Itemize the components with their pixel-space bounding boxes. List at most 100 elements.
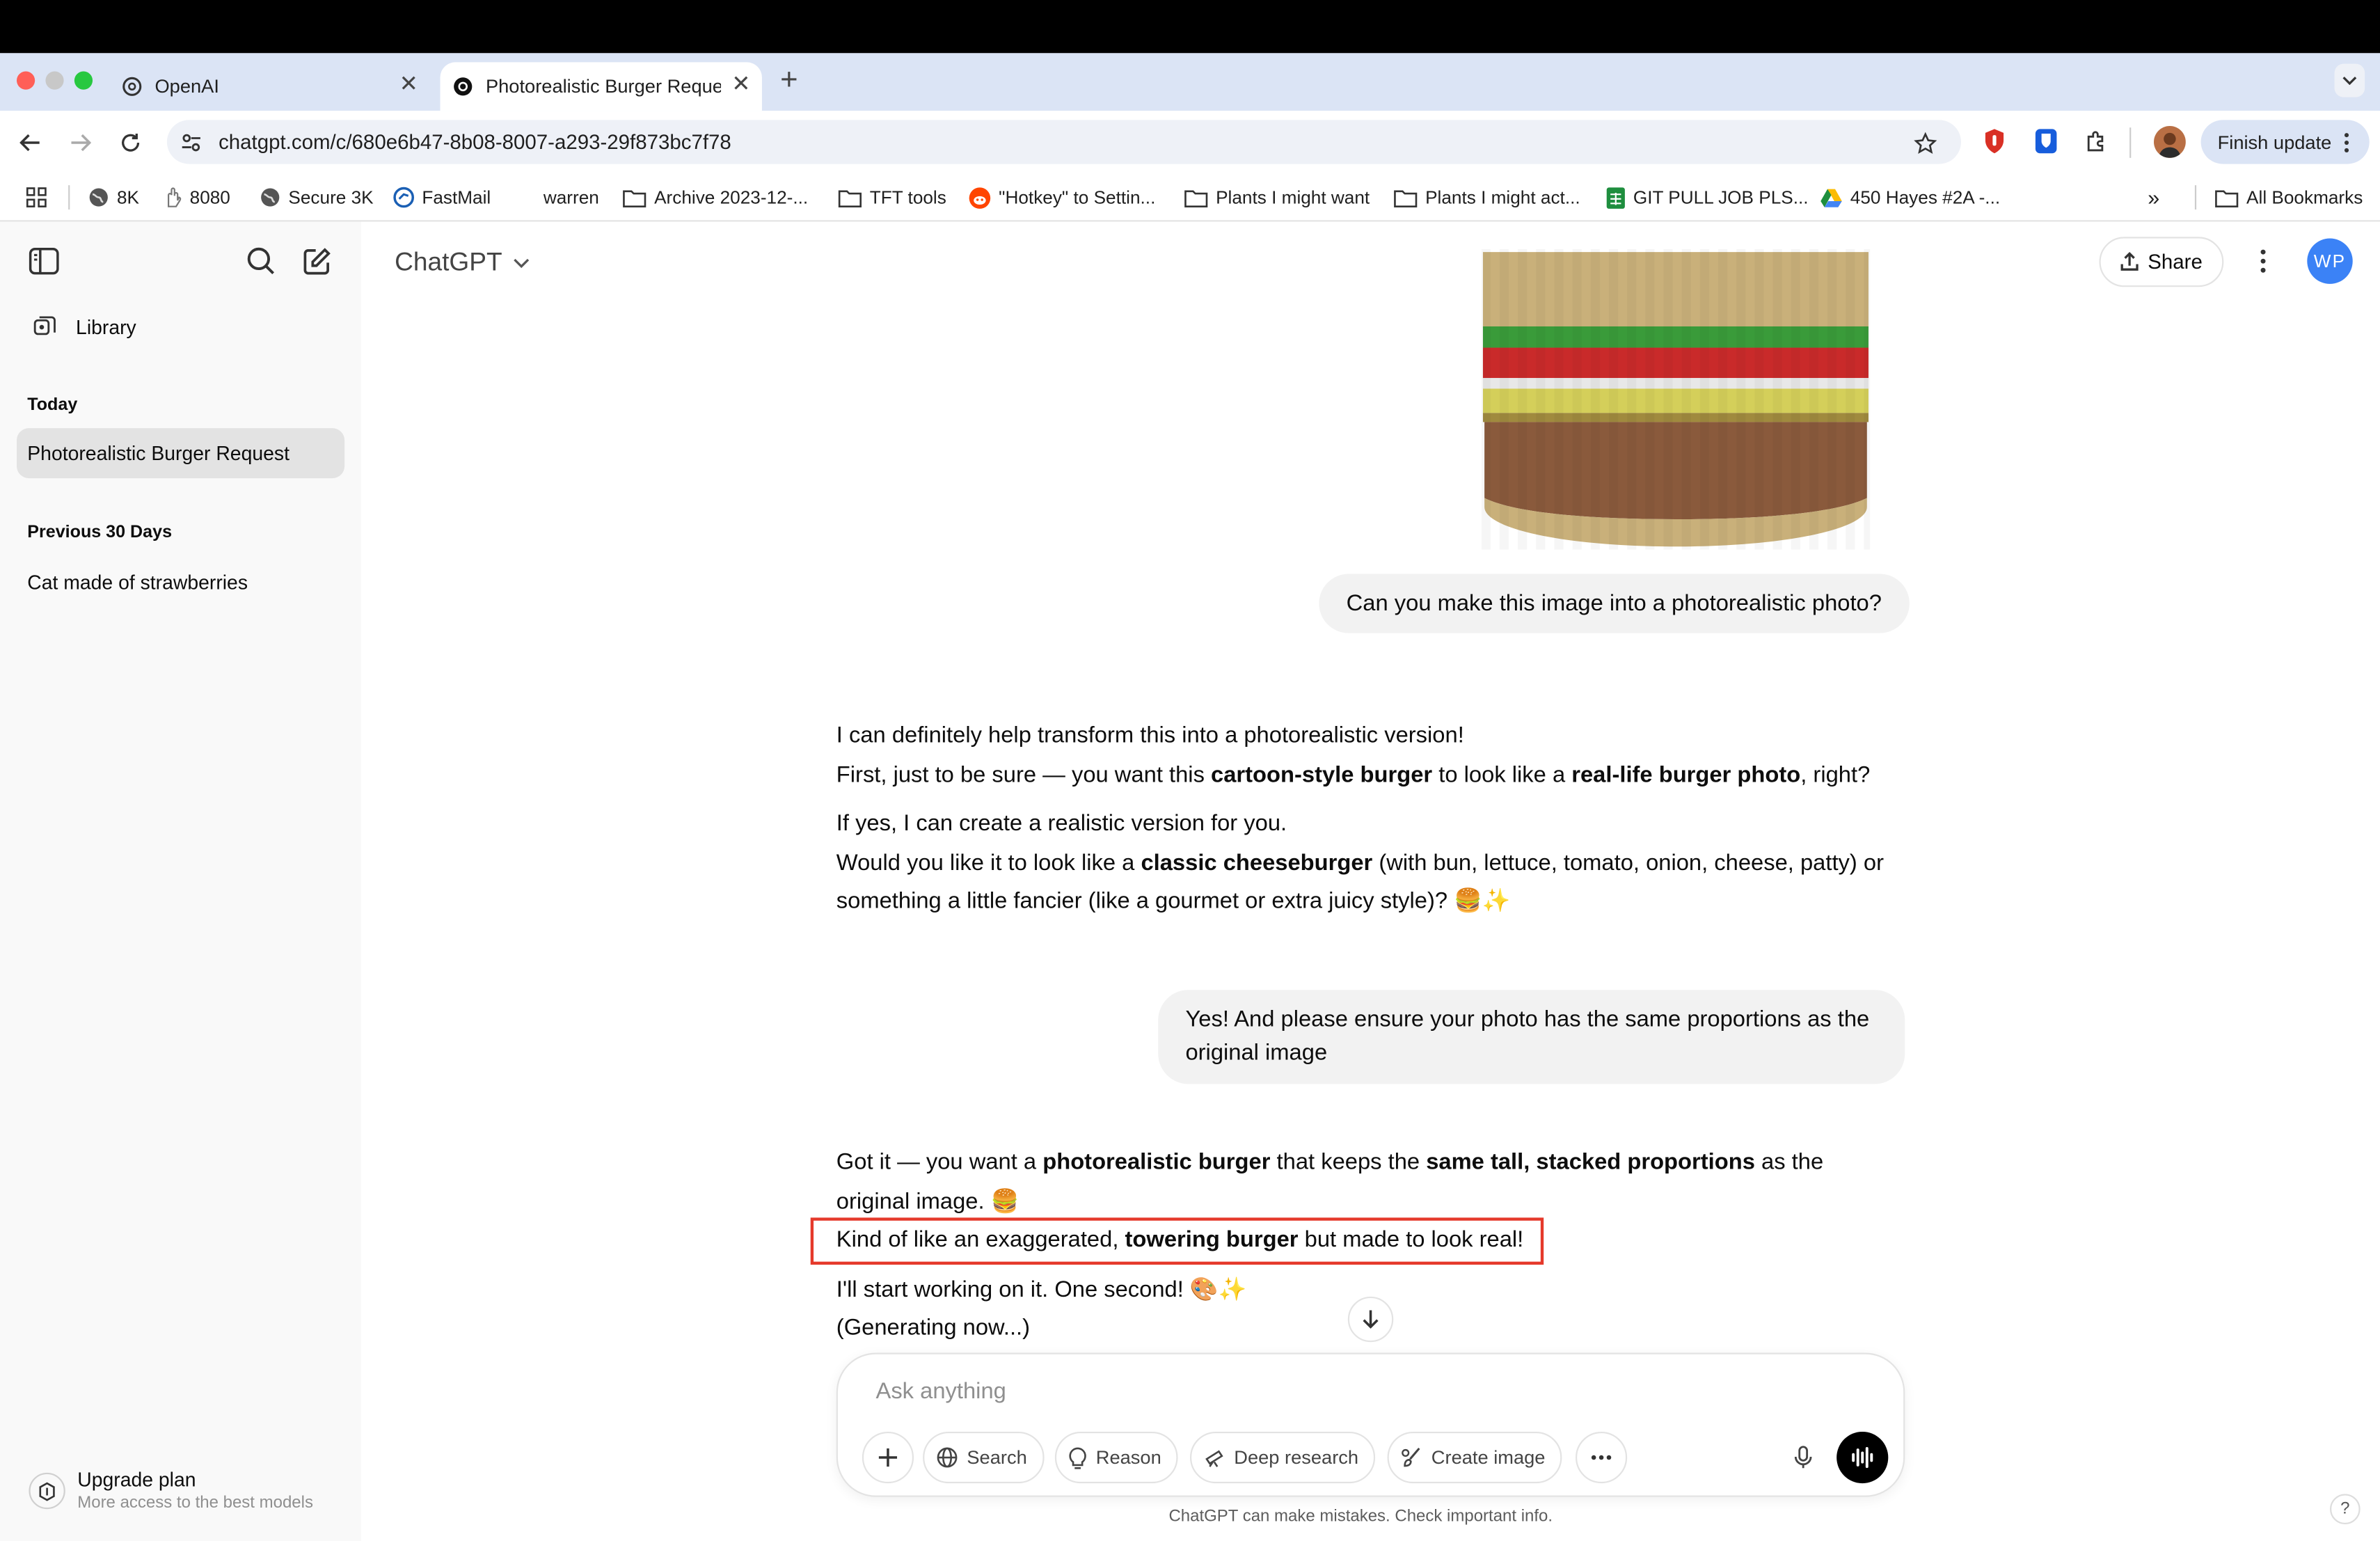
finish-update-button[interactable]: Finish update	[2200, 120, 2370, 164]
text-run: Would you like it to look like a	[836, 849, 1141, 876]
model-selector[interactable]: ChatGPT	[395, 246, 530, 279]
help-button[interactable]: ?	[2330, 1494, 2361, 1525]
create-image-tool-label: Create image	[1431, 1446, 1546, 1469]
search-tool-button[interactable]: Search	[923, 1431, 1044, 1484]
maximize-window-button[interactable]	[74, 71, 93, 90]
bookmark-8k[interactable]: 8K	[88, 184, 139, 211]
chat-item[interactable]: Cat made of strawberries	[17, 559, 344, 604]
bookmark-label: 8K	[116, 187, 139, 208]
all-bookmarks-button[interactable]: All Bookmarks	[2214, 184, 2363, 211]
finish-update-label: Finish update	[2217, 131, 2332, 153]
reload-icon[interactable]	[116, 127, 146, 158]
site-settings-icon[interactable]	[177, 129, 205, 156]
bookmark-fastmail[interactable]: FastMail	[393, 184, 491, 211]
bookmark-8080[interactable]: 8080	[164, 184, 230, 211]
more-bookmarks-button[interactable]: »	[2148, 184, 2159, 211]
bookmark-warren[interactable]: warren	[544, 184, 599, 211]
back-arrow-icon[interactable]	[15, 127, 46, 158]
bookmark-folder-plants-want[interactable]: Plants I might want	[1184, 184, 1370, 211]
profile-avatar[interactable]	[2154, 126, 2186, 158]
create-image-tool-button[interactable]: Create image	[1387, 1431, 1562, 1484]
bookmark-label: FastMail	[422, 187, 491, 208]
openai-favicon-icon	[121, 76, 143, 97]
ublock-extension-icon[interactable]	[1979, 126, 2010, 157]
search-chats-icon[interactable]	[244, 244, 278, 278]
bookmark-label: Archive 2023-12-...	[654, 187, 809, 208]
tab-title: Photorealistic Burger Request	[485, 76, 722, 97]
bookmarks-divider	[2194, 185, 2197, 210]
upgrade-plan-title: Upgrade plan	[77, 1468, 196, 1492]
bookmark-folder-tft-tools[interactable]: TFT tools	[838, 184, 946, 211]
share-button[interactable]: Share	[2099, 237, 2224, 287]
message-line: If yes, I can create a realistic version…	[836, 810, 1287, 837]
reason-tool-button[interactable]: Reason	[1054, 1431, 1178, 1484]
uploaded-burger-image[interactable]	[1481, 248, 1871, 550]
telescope-icon	[1204, 1447, 1235, 1469]
globe-icon	[260, 187, 281, 208]
text-run: First, just to be sure — you want this	[836, 761, 1212, 787]
tab-openai[interactable]: OpenAI	[112, 62, 437, 111]
composer-input[interactable]: Ask anything	[876, 1379, 1006, 1405]
voice-mode-icon[interactable]	[1836, 1431, 1889, 1484]
disclaimer-text: ChatGPT can make mistakes. Check importa…	[1168, 1508, 1553, 1526]
bookmark-folder-archive[interactable]: Archive 2023-12-...	[622, 184, 808, 211]
previous-30-days-heading: Previous 30 Days	[27, 523, 173, 542]
upgrade-plan-button[interactable]: Upgrade plan More access to the best mod…	[17, 1460, 344, 1521]
message-line: First, just to be sure — you want this c…	[836, 755, 1899, 794]
model-name: ChatGPT	[395, 247, 502, 276]
bold-text: photorealistic burger	[1042, 1149, 1271, 1176]
bookmark-450-hayes[interactable]: 450 Hayes #2A -...	[1820, 184, 2000, 211]
bookmark-git-pull[interactable]: GIT PULL JOB PLS...	[1606, 184, 1809, 211]
hand-icon	[164, 187, 182, 208]
sheets-icon	[1606, 186, 1626, 209]
user-message: Can you make this image into a photoreal…	[1319, 574, 1910, 633]
scroll-down-arrow-icon[interactable]	[1347, 1296, 1394, 1343]
bookmark-label: 8080	[189, 187, 230, 208]
more-tools-icon[interactable]	[1576, 1431, 1628, 1484]
tab-search-chevron-icon[interactable]	[2334, 63, 2365, 97]
lightbulb-icon	[1069, 1446, 1096, 1469]
today-heading: Today	[27, 396, 78, 415]
bookmark-star-icon[interactable]	[1910, 127, 1940, 158]
user-message: Yes! And please ensure your photo has th…	[1158, 990, 1905, 1084]
chat-item-active[interactable]: Photorealistic Burger Request	[16, 428, 345, 479]
close-tab-icon[interactable]: ✕	[399, 70, 418, 97]
attach-plus-icon[interactable]	[862, 1431, 914, 1484]
screen-top-bar	[0, 0, 2380, 54]
sidebar	[0, 221, 362, 1541]
user-avatar[interactable]: WP	[2307, 238, 2353, 284]
message-line: Would you like it to look like a classic…	[836, 844, 1899, 921]
bookmark-label: warren	[543, 187, 599, 208]
bookmark-label: Plants I might want	[1216, 187, 1370, 208]
forward-arrow-icon[interactable]	[65, 127, 96, 158]
new-chat-icon[interactable]	[301, 244, 334, 278]
minimize-window-button[interactable]	[45, 71, 64, 90]
kebab-menu-icon	[2344, 132, 2350, 153]
deep-research-tool-button[interactable]: Deep research	[1189, 1431, 1376, 1484]
close-tab-icon[interactable]: ✕	[731, 70, 750, 97]
bitwarden-extension-icon[interactable]	[2031, 126, 2061, 157]
bookmark-secure-3k[interactable]: Secure 3K	[260, 184, 374, 211]
globe-icon	[937, 1447, 967, 1469]
reason-tool-label: Reason	[1095, 1446, 1161, 1469]
extensions-puzzle-icon[interactable]	[2081, 126, 2111, 157]
library-link[interactable]: Library	[17, 303, 344, 349]
bookmark-label: All Bookmarks	[2246, 187, 2363, 208]
tab-photorealistic-burger[interactable]: Photorealistic Burger Request	[440, 62, 762, 111]
apps-grid-icon[interactable]	[24, 185, 49, 210]
bookmark-label: Secure 3K	[288, 187, 374, 208]
microphone-icon[interactable]	[1779, 1435, 1827, 1480]
bookmarks-divider	[68, 185, 70, 210]
bookmark-label: GIT PULL JOB PLS...	[1633, 187, 1809, 208]
new-tab-button[interactable]: +	[780, 64, 798, 99]
highlight-annotation-box	[810, 1217, 1544, 1265]
bookmark-label: Plants I might act...	[1425, 187, 1580, 208]
text-run: , right?	[1800, 761, 1871, 787]
more-options-icon[interactable]	[2246, 244, 2280, 278]
close-window-button[interactable]	[16, 71, 35, 90]
chat-item-label: Cat made of strawberries	[27, 571, 248, 594]
toggle-sidebar-icon[interactable]	[27, 244, 61, 278]
text-run: Got it — you want a	[836, 1149, 1043, 1176]
bookmark-hotkey[interactable]: "Hotkey" to Settin...	[969, 184, 1155, 211]
bookmark-folder-plants-act[interactable]: Plants I might act...	[1393, 184, 1580, 211]
